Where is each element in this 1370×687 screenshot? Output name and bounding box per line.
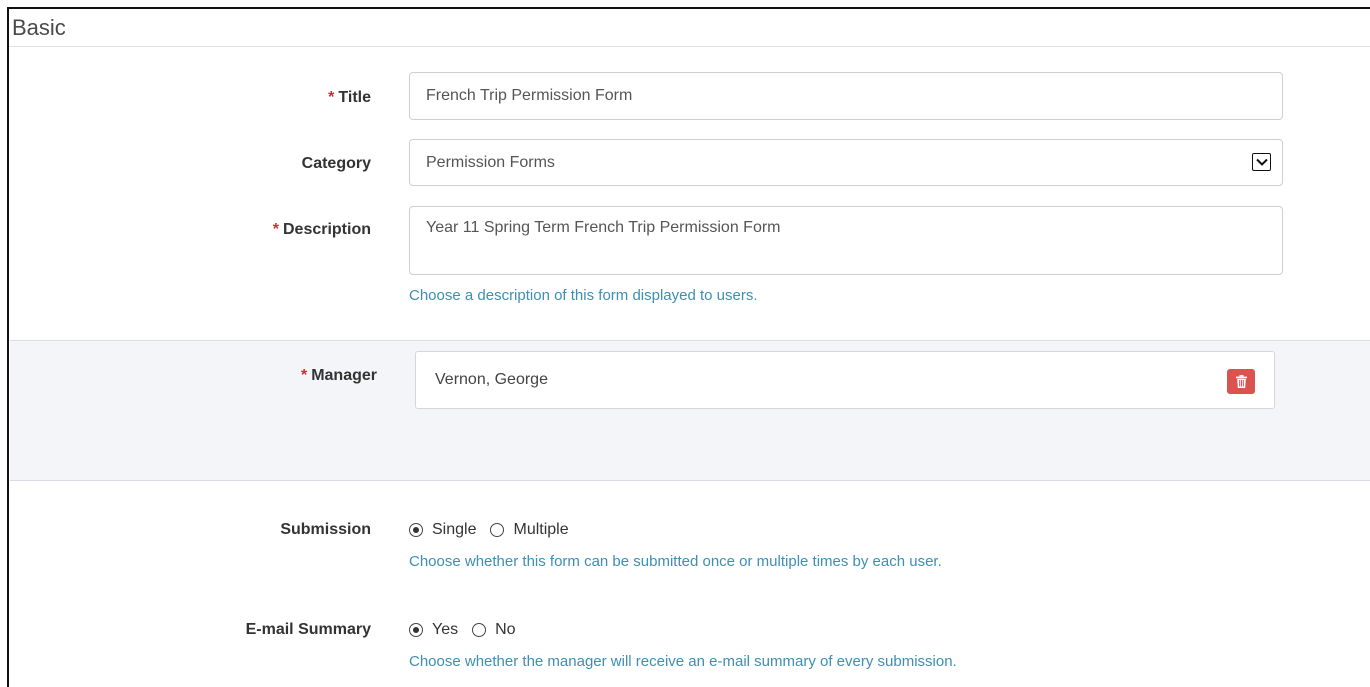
title-input[interactable]: French Trip Permission Form <box>409 72 1283 120</box>
email-summary-radio-no[interactable]: No <box>472 621 516 639</box>
radio-unchecked-icon[interactable] <box>490 523 505 537</box>
required-mark: * <box>300 367 308 384</box>
description-label: * Description <box>273 221 371 239</box>
manager-label: * Manager <box>301 367 377 385</box>
title-label-text: Title <box>338 89 371 106</box>
radio-checked-icon[interactable] <box>409 523 423 537</box>
email-summary-radio-yes[interactable]: Yes <box>409 621 458 639</box>
submission-label: Submission <box>280 521 371 538</box>
description-help: Choose a description of this form displa… <box>409 287 758 304</box>
submission-radio-group: Single Multiple <box>409 521 583 539</box>
title-input-value: French Trip Permission Form <box>426 87 633 104</box>
submission-help: Choose whether this form can be submitte… <box>409 553 942 570</box>
description-label-text: Description <box>282 221 371 238</box>
trash-icon <box>1235 375 1247 388</box>
required-mark: * <box>328 89 335 106</box>
description-textarea[interactable]: Year 11 Spring Term French Trip Permissi… <box>409 206 1283 275</box>
email-summary-label: E-mail Summary <box>245 621 371 638</box>
submission-label-wrap: Submission <box>9 521 371 543</box>
category-select[interactable]: Permission Forms <box>409 139 1283 186</box>
section-header: Basic <box>9 9 1370 47</box>
email-summary-radio-group: Yes No <box>409 621 530 639</box>
manager-label-wrap: * Manager <box>9 367 377 389</box>
submission-radio-single[interactable]: Single <box>409 521 476 539</box>
radio-checked-icon[interactable] <box>409 623 423 637</box>
email-summary-help: Choose whether the manager will receive … <box>409 653 957 670</box>
radio-unchecked-icon[interactable] <box>472 623 487 637</box>
title-label-wrap: * Title <box>9 89 371 111</box>
submission-option-label: Single <box>432 521 477 538</box>
email-summary-label-wrap: E-mail Summary <box>9 621 371 643</box>
delete-manager-button[interactable] <box>1227 369 1255 394</box>
manager-label-text: Manager <box>311 367 377 384</box>
category-label: Category <box>301 155 371 172</box>
category-label-wrap: Category <box>9 155 371 177</box>
chevron-down-icon[interactable] <box>1252 153 1271 171</box>
title-label: * Title <box>328 89 371 107</box>
manager-selection: Vernon, George <box>415 351 1275 409</box>
required-mark: * <box>272 221 279 238</box>
submission-option-label: Multiple <box>513 521 569 538</box>
description-label-wrap: * Description <box>9 221 371 243</box>
email-summary-option-label: No <box>495 621 516 638</box>
submission-radio-multiple[interactable]: Multiple <box>490 521 569 539</box>
section-title: Basic <box>12 15 66 40</box>
form-frame: Basic * Title French Trip Permission Form… <box>7 7 1370 687</box>
manager-name: Vernon, George <box>435 371 548 388</box>
email-summary-option-label: Yes <box>432 621 459 638</box>
category-select-value: Permission Forms <box>426 153 555 171</box>
description-textarea-value: Year 11 Spring Term French Trip Permissi… <box>426 219 781 236</box>
